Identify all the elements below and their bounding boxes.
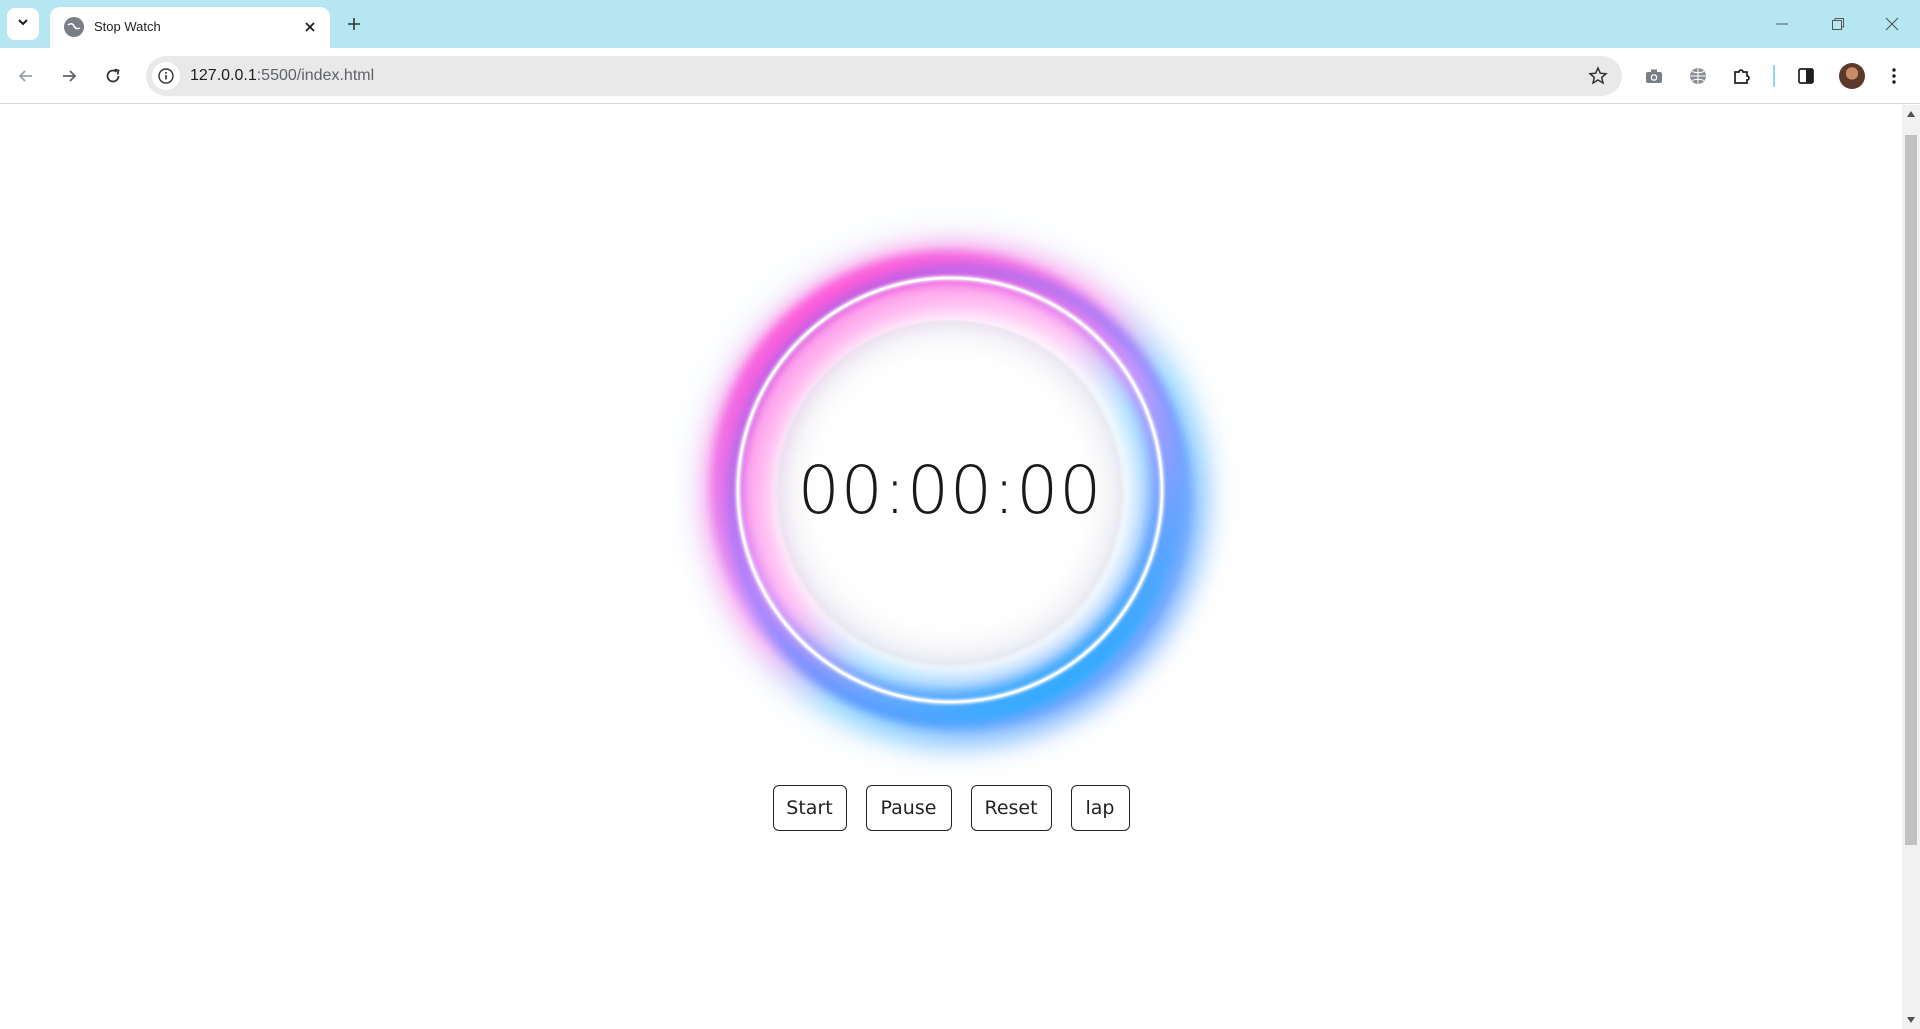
scroll-up-icon[interactable] [1902, 105, 1920, 123]
globe-icon [64, 17, 84, 37]
close-window-icon[interactable] [1864, 0, 1920, 48]
tab-search-button[interactable] [7, 8, 39, 40]
stopwatch-ring: 00:00:00 [630, 170, 1270, 810]
back-arrow-icon[interactable] [10, 60, 42, 92]
menu-icon[interactable] [1878, 60, 1910, 92]
browser-toolbar: 127.0.0.1:5500/index.html [0, 48, 1920, 104]
url-host: 127.0.0.1 [190, 67, 257, 84]
pause-button[interactable]: Pause [865, 785, 952, 831]
start-button[interactable]: Start [772, 785, 847, 831]
tab-strip: Stop Watch [0, 0, 1920, 48]
minimize-icon[interactable] [1754, 0, 1810, 48]
extensions-icon[interactable] [1726, 60, 1758, 92]
side-panel-icon[interactable] [1790, 60, 1822, 92]
reset-button[interactable]: Reset [970, 785, 1052, 831]
lap-button[interactable]: lap [1070, 785, 1130, 831]
control-buttons: Start Pause Reset lap [0, 785, 1902, 831]
close-icon[interactable] [300, 17, 320, 37]
reload-icon[interactable] [97, 60, 129, 92]
scroll-thumb[interactable] [1905, 135, 1917, 845]
toolbar-divider [1773, 65, 1775, 87]
browser-tab[interactable]: Stop Watch [50, 7, 330, 48]
page-viewport: 00:00:00 Start Pause Reset lap [0, 105, 1902, 1029]
url-path: :5500/index.html [256, 67, 375, 84]
restore-icon[interactable] [1810, 0, 1866, 48]
tab-title: Stop Watch [94, 19, 161, 34]
scroll-down-icon[interactable] [1902, 1011, 1920, 1029]
translate-icon[interactable] [1682, 60, 1714, 92]
url-text: 127.0.0.1:5500/index.html [190, 67, 374, 85]
chevron-down-icon [16, 15, 30, 34]
address-bar[interactable]: 127.0.0.1:5500/index.html [146, 56, 1622, 96]
vertical-scrollbar[interactable] [1902, 105, 1920, 1029]
camera-icon[interactable] [1638, 60, 1670, 92]
forward-arrow-icon[interactable] [53, 60, 85, 92]
info-icon[interactable] [152, 62, 180, 90]
avatar[interactable] [1839, 63, 1865, 89]
plus-icon[interactable] [340, 10, 368, 38]
star-icon[interactable] [1586, 64, 1610, 88]
time-display: 00:00:00 [797, 451, 1103, 529]
